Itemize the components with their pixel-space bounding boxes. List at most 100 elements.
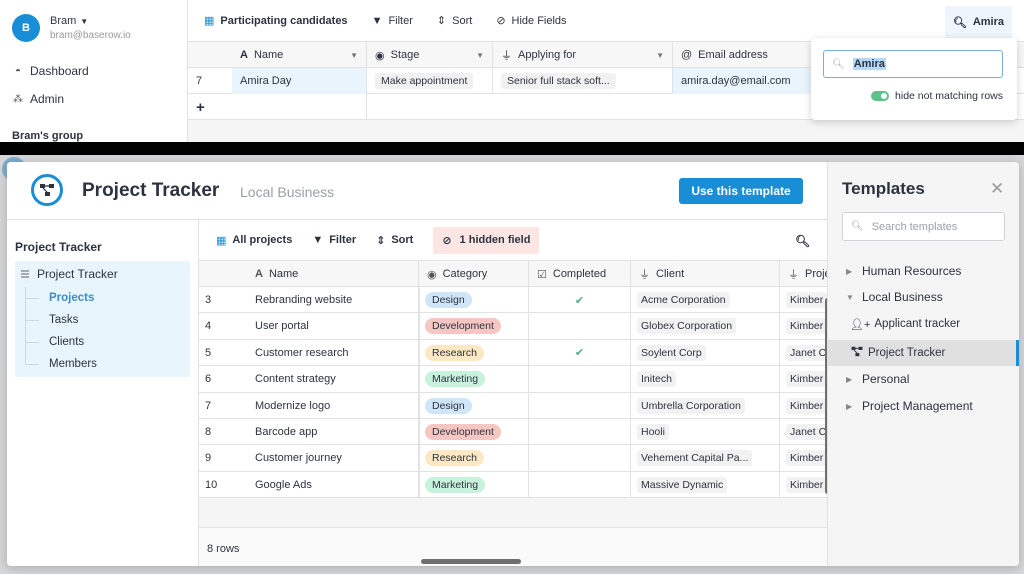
cell-name[interactable]: Modernize logo (241, 392, 419, 419)
cell-name[interactable]: Barcode app (241, 418, 419, 445)
cell-client[interactable]: Vehement Capital Pa... (631, 445, 780, 472)
table-item-tasks[interactable]: Tasks (25, 314, 78, 326)
table-item-members[interactable]: Members (25, 358, 97, 370)
view-selector[interactable]: ▦ All projects (216, 234, 292, 247)
sidebar-link-label: Admin (30, 92, 65, 106)
cell-category[interactable]: Development (419, 418, 529, 445)
template-category-local-business[interactable]: ▼ Local Business (846, 290, 943, 304)
table-row[interactable]: 8 Barcode app Development Hooli Janet C (199, 418, 827, 446)
template-category-project-management[interactable]: ▶ Project Management (846, 399, 973, 413)
database-item[interactable]: Project Tracker (21, 267, 118, 281)
search-button[interactable]: 🔍︎ Amira (944, 6, 1012, 38)
column-header-name[interactable]: A Name ▼ (232, 42, 367, 68)
view-selector[interactable]: ▦ Participating candidates (204, 14, 348, 28)
cell-name[interactable]: User portal (241, 313, 419, 340)
search-icon[interactable]: 🔍︎ (795, 234, 810, 248)
link-icon: ⏚ (501, 50, 512, 62)
cell-category[interactable]: Research (419, 445, 529, 472)
column-header-client[interactable]: ⏚ Client (631, 261, 780, 287)
cell-category[interactable]: Marketing (419, 366, 529, 393)
column-header-email[interactable]: @ Email address (673, 42, 833, 68)
table-row[interactable]: 7 Modernize logo Design Umbrella Corporatio… (199, 392, 827, 419)
table-row[interactable]: 5 Customer research Research ✔ Soylent Corp J… (199, 339, 827, 367)
cell-completed[interactable] (529, 392, 631, 419)
cell-completed[interactable] (529, 366, 631, 393)
table-row[interactable]: 6 Content strategy Marketing Initech Kimber (199, 366, 827, 393)
use-template-button[interactable]: Use this template (679, 178, 803, 204)
cell-project[interactable]: Kimber (780, 313, 827, 339)
cell-completed[interactable] (529, 418, 631, 445)
sort-button[interactable]: ⇕ Sort (376, 234, 413, 247)
cell-client[interactable]: Umbrella Corporation (631, 392, 780, 419)
cell-name[interactable]: Customer research (241, 339, 419, 366)
hidden-fields-button[interactable]: ⊘ 1 hidden field (433, 226, 540, 254)
template-item-applicant-tracker[interactable]: 👤︎+ Applicant tracker (828, 311, 1019, 337)
column-header-project[interactable]: ⏚ Proje (780, 261, 827, 287)
sidebar-link-admin[interactable]: ⁂ Admin (12, 92, 64, 106)
cell-client[interactable]: Massive Dynamic (631, 471, 780, 498)
cell-completed[interactable]: ✔ (529, 287, 631, 313)
cell-name[interactable]: Content strategy (241, 366, 419, 393)
user-menu[interactable]: Bram ▼ (50, 15, 88, 27)
column-header-name[interactable]: A Name (241, 261, 419, 287)
table-row[interactable]: 10 Google Ads Marketing Massive Dynamic Kimb… (199, 471, 827, 499)
template-search-input[interactable]: 🔍︎ Search templates (842, 212, 1005, 241)
plus-icon[interactable]: + (188, 94, 367, 120)
cell-category[interactable]: Development (419, 313, 529, 340)
table-row[interactable]: 3 Rebranding website Design ✔ Acme Corporati… (199, 287, 827, 314)
table-row[interactable]: 9 Customer journey Research Vehement Capita… (199, 445, 827, 472)
cell-project[interactable]: Kimber (780, 445, 827, 471)
filter-button[interactable]: ▼ Filter (372, 15, 413, 27)
column-header-applying-for[interactable]: ⏚ Applying for ▼ (493, 42, 673, 68)
cell-name[interactable]: Amira Day (232, 68, 367, 94)
filter-button[interactable]: ▼ Filter (312, 234, 356, 246)
column-header-category[interactable]: ◉ Category (419, 261, 529, 287)
horizontal-scrollbar[interactable] (421, 559, 521, 564)
cell-stage[interactable]: Make appointment (367, 68, 493, 94)
cell-client[interactable]: Hooli (631, 418, 780, 445)
cell-category[interactable]: Research (419, 339, 529, 366)
cell-client[interactable]: Soylent Corp (631, 339, 780, 366)
sidebar-link-dashboard[interactable]: ◓ Dashboard (12, 64, 89, 78)
search-input[interactable]: 🔍︎ Amira (823, 50, 1003, 78)
cell-completed[interactable] (529, 471, 631, 498)
table-item-clients[interactable]: Clients (25, 336, 84, 348)
chevron-down-icon[interactable]: ▼ (476, 51, 484, 60)
table-row[interactable]: 4 User portal Development Globex Corporatio… (199, 313, 827, 340)
hide-not-matching-toggle[interactable] (871, 91, 890, 101)
cell-client[interactable]: Initech (631, 366, 780, 393)
template-item-project-tracker[interactable]: Project Tracker (828, 340, 1019, 366)
cell-name[interactable]: Customer journey (241, 445, 419, 472)
cell-project[interactable]: Kimber (780, 366, 827, 392)
cell-project[interactable]: Janet C (780, 419, 827, 445)
close-icon[interactable]: ✕ (990, 179, 1004, 199)
cell-applying-for[interactable]: Senior full stack soft... (493, 68, 673, 94)
column-header-completed[interactable]: ☑ Completed (529, 261, 631, 287)
cell-project[interactable]: Janet C (780, 340, 827, 366)
cell-completed[interactable]: ✔ (529, 339, 631, 366)
cell-name[interactable]: Google Ads (241, 471, 419, 498)
table-item-projects[interactable]: Projects (25, 292, 94, 304)
caret-right-icon: ▶ (846, 374, 853, 384)
cell-category[interactable]: Design (419, 392, 529, 419)
cell-email[interactable]: amira.day@email.com (673, 68, 833, 94)
template-category-human-resources[interactable]: ▶ Human Resources (846, 264, 961, 278)
cell-project[interactable]: Kimber (780, 287, 827, 313)
cell-project[interactable]: Kimber (780, 393, 827, 419)
sort-button[interactable]: ⇕ Sort (437, 14, 472, 28)
user-avatar[interactable]: B (12, 14, 40, 42)
cell-client[interactable]: Globex Corporation (631, 313, 780, 340)
template-category-personal[interactable]: ▶ Personal (846, 372, 909, 386)
cell-category[interactable]: Marketing (419, 471, 529, 498)
column-header-stage[interactable]: ◉ Stage ▼ (367, 42, 493, 68)
chevron-down-icon[interactable]: ▼ (350, 51, 358, 60)
app-sidebar: B Bram ▼ bram@baserow.io ◓ Dashboard ⁂ Ad… (0, 0, 188, 142)
cell-name[interactable]: Rebranding website (241, 287, 419, 313)
cell-project[interactable]: Kimber (780, 472, 827, 498)
chevron-down-icon[interactable]: ▼ (656, 51, 664, 60)
cell-completed[interactable] (529, 313, 631, 340)
hide-fields-button[interactable]: ⊘ Hide Fields (496, 14, 566, 28)
cell-client[interactable]: Acme Corporation (631, 287, 780, 313)
cell-category[interactable]: Design (419, 287, 529, 313)
cell-completed[interactable] (529, 445, 631, 472)
